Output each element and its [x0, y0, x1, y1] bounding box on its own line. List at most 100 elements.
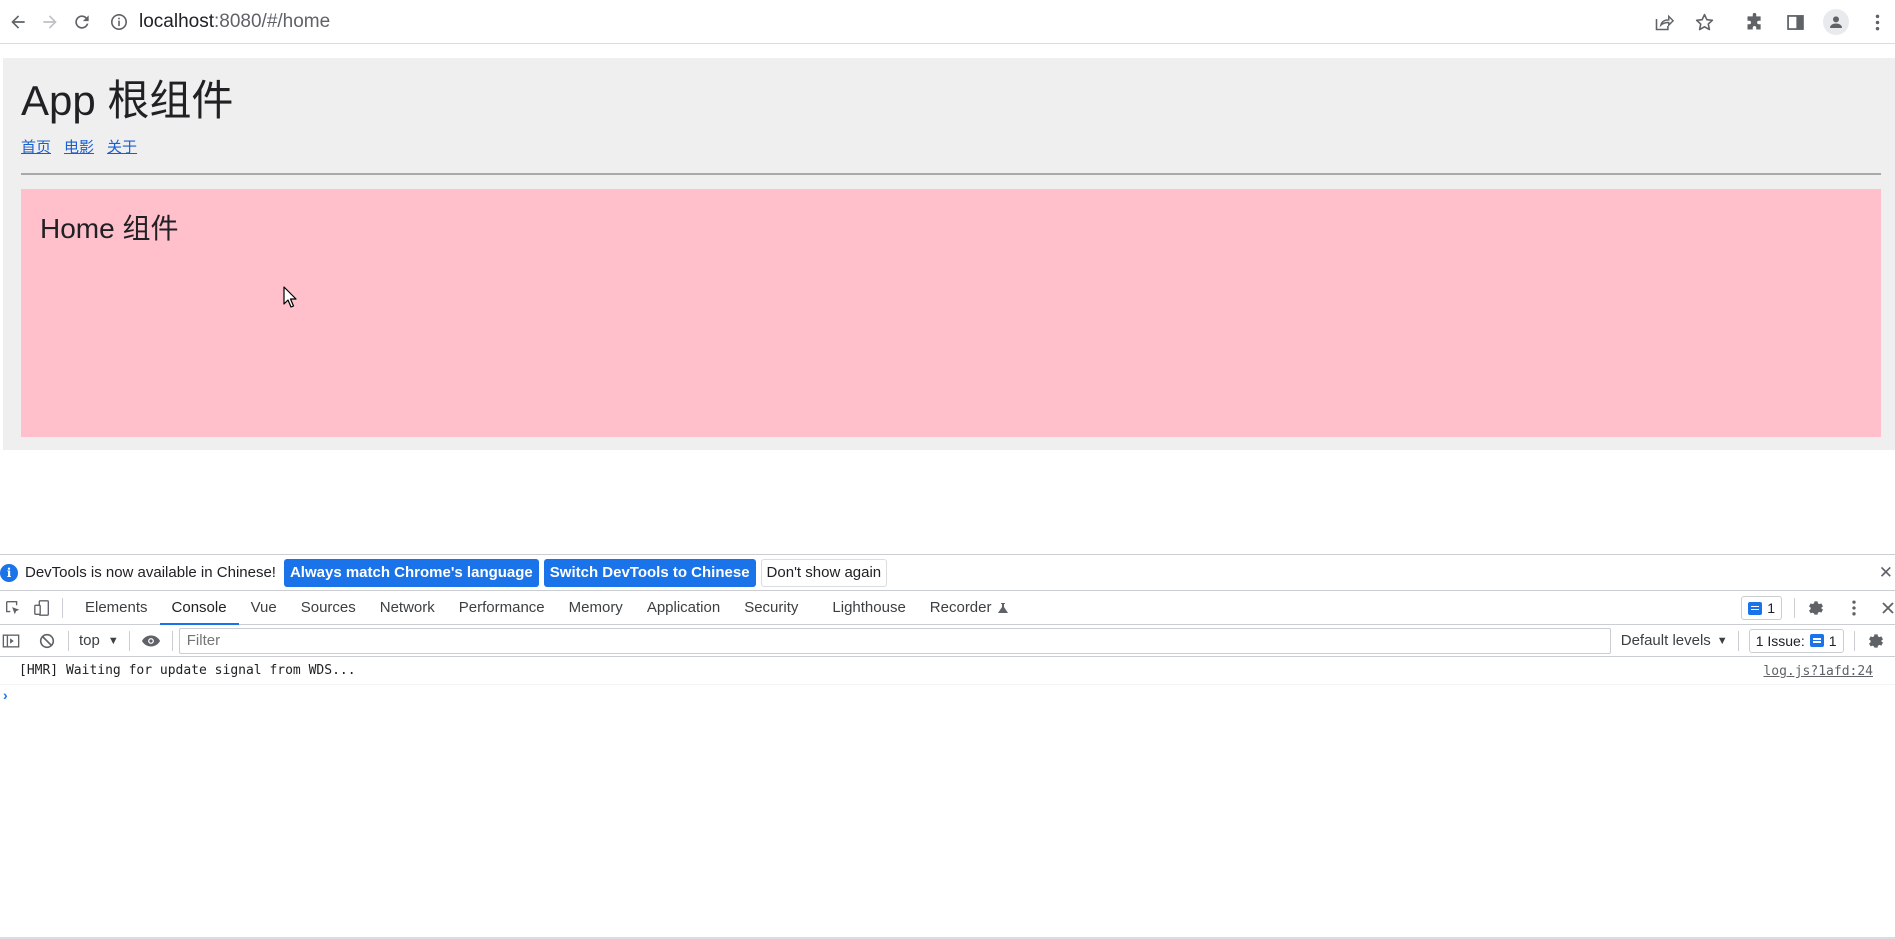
devtools-panel: i DevTools is now available in Chinese! … — [0, 554, 1895, 939]
extensions-button[interactable] — [1740, 8, 1768, 36]
dont-show-again-button[interactable]: Don't show again — [760, 558, 888, 587]
tab-application[interactable]: Application — [635, 591, 732, 624]
avatar — [1823, 9, 1849, 35]
puzzle-icon — [1747, 12, 1761, 29]
console-output: [HMR] Waiting for update signal from WDS… — [0, 657, 1895, 705]
devtools-tabbar-actions: 1 — [1741, 591, 1895, 625]
tab-recorder-label: Recorder — [929, 599, 992, 616]
toolbar-divider — [68, 630, 69, 651]
tab-sources[interactable]: Sources — [289, 591, 368, 624]
show-sidebar-button[interactable] — [0, 630, 22, 652]
flask-icon — [997, 602, 1008, 613]
chrome-menu-button[interactable] — [1863, 8, 1891, 36]
tab-security[interactable]: Security — [732, 591, 810, 624]
live-expression-button[interactable] — [140, 630, 162, 652]
issues-counter-button[interactable]: 1 Issue: 1 — [1748, 628, 1844, 653]
reload-icon — [75, 14, 89, 29]
issues-counter-label: 1 Issue: — [1755, 632, 1805, 649]
home-component: Home 组件 — [21, 189, 1881, 437]
tab-elements[interactable]: Elements — [73, 591, 160, 624]
console-message-source-link[interactable]: log.js?1afd:24 — [1763, 664, 1873, 679]
sidebar-toggle-icon — [2, 633, 20, 648]
log-levels-label: Default levels — [1620, 632, 1711, 649]
reload-button[interactable] — [68, 8, 96, 36]
tab-recorder[interactable]: Recorder — [918, 591, 1021, 624]
issues-counter-value: 1 — [1828, 632, 1837, 649]
context-selector[interactable]: top ▼ — [79, 632, 119, 649]
tab-vue[interactable]: Vue — [239, 591, 289, 624]
console-prompt[interactable]: › — [0, 685, 1895, 705]
more-vert-icon — [1875, 14, 1879, 30]
toolbar-divider — [62, 597, 63, 618]
divider — [21, 173, 1881, 175]
toolbar-divider — [171, 630, 173, 651]
tab-performance[interactable]: Performance — [447, 591, 557, 624]
app-title: App 根组件 — [21, 77, 234, 124]
console-toolbar: top ▼ Default levels ▼ 1 Issue: 1 — [0, 625, 1895, 657]
side-panel-icon — [1786, 14, 1804, 30]
tab-console[interactable]: Console — [159, 591, 239, 625]
context-selector-value: top — [79, 632, 100, 649]
address-bar[interactable]: localhost:8080/#/home — [110, 6, 330, 38]
language-infobar: i DevTools is now available in Chinese! … — [0, 555, 1895, 591]
switch-to-chinese-button[interactable]: Switch DevTools to Chinese — [543, 558, 756, 587]
bookmark-button[interactable] — [1690, 8, 1718, 36]
toolbar-divider — [1737, 630, 1739, 651]
close-icon[interactable]: ✕ — [1879, 564, 1893, 581]
toolbar-divider — [1853, 630, 1855, 651]
toolbar-divider — [128, 630, 130, 651]
toolbar-actions — [1636, 0, 1895, 44]
url-text: localhost:8080/#/home — [139, 11, 330, 33]
log-levels-dropdown[interactable]: Default levels ▼ — [1621, 632, 1728, 649]
info-icon: i — [0, 563, 18, 582]
prompt-chevron-icon: › — [3, 687, 8, 703]
browser-toolbar: localhost:8080/#/home — [0, 0, 1895, 44]
side-panel-button[interactable] — [1781, 8, 1809, 36]
tab-memory[interactable]: Memory — [557, 591, 635, 624]
site-info-icon[interactable] — [110, 13, 128, 31]
devtools-tools — [0, 591, 60, 624]
inspect-element-button[interactable] — [2, 597, 24, 619]
url-host: localhost — [139, 10, 214, 32]
console-message: [HMR] Waiting for update signal from WDS… — [0, 657, 1895, 685]
clear-console-button[interactable] — [36, 630, 58, 652]
forward-button[interactable] — [36, 8, 64, 36]
tab-lighthouse[interactable]: Lighthouse — [820, 591, 917, 624]
mouse-cursor-icon — [283, 286, 297, 308]
star-icon — [1695, 13, 1713, 30]
device-toolbar-button[interactable] — [31, 597, 53, 619]
back-button[interactable] — [4, 8, 32, 36]
always-match-language-button[interactable]: Always match Chrome's language — [283, 558, 539, 587]
inspect-icon — [6, 600, 20, 614]
arrow-right-icon — [43, 14, 57, 29]
share-button[interactable] — [1649, 8, 1677, 36]
devtools-menu-button[interactable] — [1843, 597, 1865, 619]
triangle-down-icon: ▼ — [107, 634, 119, 647]
arrow-left-icon — [11, 14, 25, 29]
infobar-text: DevTools is now available in Chinese! — [25, 564, 276, 581]
devtools-settings-button[interactable] — [1805, 597, 1827, 619]
person-icon — [1830, 16, 1842, 28]
issues-badge-count: 1 — [1767, 600, 1775, 616]
block-icon — [39, 633, 55, 648]
nav-link-movie[interactable]: 电影 — [64, 136, 94, 157]
message-icon — [1748, 601, 1763, 615]
nav-link-about[interactable]: 关于 — [107, 136, 137, 157]
eye-icon — [141, 635, 160, 646]
close-devtools-button[interactable] — [1881, 597, 1895, 619]
tab-network[interactable]: Network — [368, 591, 447, 624]
profile-button[interactable] — [1822, 8, 1850, 36]
nav-link-home[interactable]: 首页 — [21, 136, 51, 157]
triangle-down-icon: ▼ — [1716, 634, 1728, 647]
console-settings-button[interactable] — [1865, 630, 1887, 652]
app-root: App 根组件 首页 电影 关于 Home 组件 — [3, 58, 1895, 450]
app-nav: 首页 电影 关于 — [21, 136, 1880, 157]
toolbar-divider — [1794, 598, 1795, 618]
device-icon — [34, 599, 49, 616]
console-filter-input[interactable] — [178, 627, 1611, 654]
gear-icon — [1868, 633, 1883, 648]
gear-icon — [1809, 601, 1823, 615]
devtools-tabbar: Elements Console Vue Sources Network Per… — [0, 591, 1895, 625]
home-title: Home 组件 — [40, 213, 179, 244]
issues-badge[interactable]: 1 — [1741, 596, 1782, 620]
